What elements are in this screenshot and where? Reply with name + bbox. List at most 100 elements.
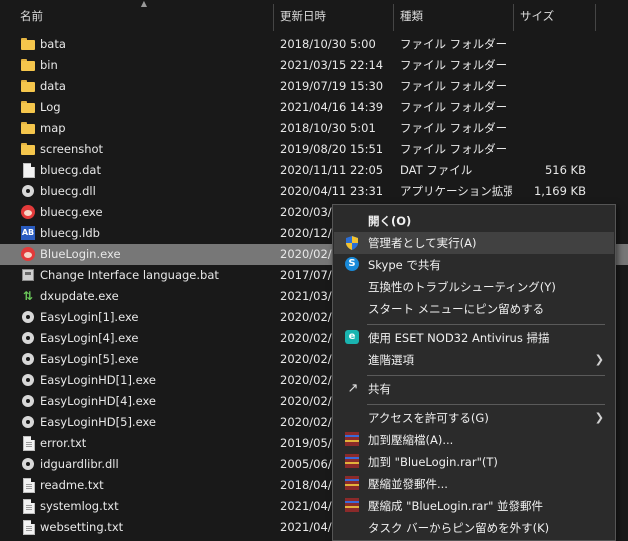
file-type: ファイル フォルダー [400, 121, 508, 135]
menu-eset-scan-label: 使用 ESET NOD32 Antivirus 掃描 [368, 331, 550, 345]
menu-compress-rar-email[interactable]: 壓縮成 "BlueLogin.rar" 並發郵件 [334, 495, 614, 517]
menu-pin-start[interactable]: スタート メニューにピン留めする [334, 298, 614, 320]
file-name: BlueLogin.exe [40, 247, 121, 261]
file-name: EasyLogin[1].exe [40, 310, 139, 324]
file-date: 2018/10/30 5:01 [280, 121, 376, 135]
column-size-header[interactable]: サイズ [514, 0, 594, 31]
menu-compat-troubleshoot[interactable]: 互換性のトラブルシューティング(Y) [334, 276, 614, 298]
file-row[interactable]: bluecg.dat 2020/11/11 22:05 DAT ファイル 516 KB [0, 160, 628, 181]
file-row[interactable]: Log 2021/04/16 14:39 ファイル フォルダー [0, 97, 628, 118]
dll-gear-icon [20, 456, 36, 472]
file-date: 2020/04/11 23:31 [280, 184, 384, 198]
text-file-icon [20, 477, 36, 493]
eset-icon: e [345, 330, 361, 346]
folder-icon [20, 99, 36, 115]
gear-icon [20, 393, 36, 409]
menu-eset-scan[interactable]: e 使用 ESET NOD32 Antivirus 掃描 [334, 327, 614, 349]
file-row[interactable]: map 2018/10/30 5:01 ファイル フォルダー [0, 118, 628, 139]
menu-unpin-taskbar-label: タスク バーからピン留めを外す(K) [368, 521, 550, 535]
folder-icon [20, 36, 36, 52]
gear-icon [20, 309, 36, 325]
file-size [512, 118, 586, 139]
share-icon: ↗ [347, 381, 359, 396]
dxupdate-icon: ⇅ [22, 289, 34, 303]
gear-icon [20, 330, 36, 346]
menu-open-label: 開く(O) [368, 214, 412, 228]
file-name: bluecg.exe [40, 205, 103, 219]
chevron-right-icon: ❯ [594, 411, 604, 424]
gear-icon [20, 351, 36, 367]
file-size: 1,169 KB [533, 184, 586, 198]
file-row[interactable]: data 2019/07/19 15:30 ファイル フォルダー [0, 76, 628, 97]
column-type-label: 種類 [400, 9, 423, 23]
column-type-header[interactable]: 種類 [394, 0, 512, 31]
file-name: EasyLogin[5].exe [40, 352, 139, 366]
winrar-icon [345, 454, 361, 470]
skype-icon: S [345, 257, 361, 273]
folder-icon [20, 57, 36, 73]
file-name: bluecg.ldb [40, 226, 100, 240]
menu-unpin-taskbar[interactable]: タスク バーからピン留めを外す(K) [334, 517, 614, 539]
file-row[interactable]: bin 2021/03/15 22:14 ファイル フォルダー [0, 55, 628, 76]
menu-compat-troubleshoot-label: 互換性のトラブルシューティング(Y) [368, 280, 556, 294]
file-size [512, 139, 586, 160]
menu-advanced-label: 進階選項 [368, 353, 414, 367]
menu-skype-share-label: Skype で共有 [368, 258, 441, 272]
file-size [512, 97, 586, 118]
column-header: 名前 ▲ 更新日時 種類 サイズ [0, 0, 628, 31]
file-date: 2020/11/11 22:05 [280, 163, 384, 177]
ldb-icon: AB [20, 225, 36, 241]
column-size-label: サイズ [520, 9, 555, 23]
file-name: EasyLoginHD[5].exe [40, 415, 156, 429]
menu-add-rar[interactable]: 加到 "BlueLogin.rar"(T) [334, 451, 614, 473]
file-size: 516 KB [544, 163, 586, 177]
file-name: bluecg.dat [40, 163, 101, 177]
menu-compress-rar-email-label: 壓縮成 "BlueLogin.rar" 並發郵件 [368, 499, 544, 513]
file-type: ファイル フォルダー [400, 100, 508, 114]
file-name: readme.txt [40, 478, 104, 492]
file-name: error.txt [40, 436, 87, 450]
menu-run-as-admin-label: 管理者として実行(A) [368, 236, 477, 250]
file-row[interactable]: screenshot 2019/08/20 15:51 ファイル フォルダー [0, 139, 628, 160]
mascot-icon [20, 246, 36, 262]
file-name: dxupdate.exe [40, 289, 119, 303]
menu-add-archive-label: 加到壓縮檔(A)... [368, 433, 454, 447]
column-date-label: 更新日時 [280, 9, 326, 23]
column-name-label: 名前 [20, 9, 43, 23]
column-divider[interactable] [595, 4, 596, 31]
file-date: 2018/10/30 5:00 [280, 37, 376, 51]
menu-skype-share[interactable]: S Skype で共有 [334, 254, 614, 276]
menu-separator [367, 375, 605, 376]
menu-open[interactable]: 開く(O) [334, 210, 614, 232]
file-type: ファイル フォルダー [400, 58, 508, 72]
column-date-header[interactable]: 更新日時 [274, 0, 392, 31]
file-name: websetting.txt [40, 520, 124, 534]
menu-run-as-admin[interactable]: 管理者として実行(A) [334, 232, 614, 254]
file-icon [20, 162, 36, 178]
menu-add-archive[interactable]: 加到壓縮檔(A)... [334, 429, 614, 451]
menu-compress-email-label: 壓縮並發郵件... [368, 477, 448, 491]
file-type: DAT ファイル [400, 163, 473, 177]
menu-compress-email[interactable]: 壓縮並發郵件... [334, 473, 614, 495]
mascot-icon [20, 204, 36, 220]
menu-separator [367, 404, 605, 405]
file-row[interactable]: bata 2018/10/30 5:00 ファイル フォルダー [0, 34, 628, 55]
file-name: Change Interface language.bat [40, 268, 219, 282]
file-row[interactable]: bluecg.dll 2020/04/11 23:31 アプリケーション拡張 1,16… [0, 181, 628, 202]
file-date: 2019/07/19 15:30 [280, 79, 384, 93]
file-date: 2019/08/20 15:51 [280, 142, 384, 156]
menu-share[interactable]: ↗ 共有 [334, 378, 614, 400]
file-name: idguardlibr.dll [40, 457, 119, 471]
dll-gear-icon [20, 183, 36, 199]
folder-icon [20, 141, 36, 157]
file-name: Log [40, 100, 61, 114]
menu-advanced[interactable]: 進階選項 ❯ [334, 349, 614, 371]
winrar-icon [345, 432, 361, 448]
menu-add-rar-label: 加到 "BlueLogin.rar"(T) [368, 455, 498, 469]
text-file-icon [20, 498, 36, 514]
file-name: bluecg.dll [40, 184, 96, 198]
file-name: EasyLogin[4].exe [40, 331, 139, 345]
menu-grant-access[interactable]: アクセスを許可する(G) ❯ [334, 407, 614, 429]
file-type: ファイル フォルダー [400, 79, 508, 93]
file-type: アプリケーション拡張 [400, 184, 512, 198]
